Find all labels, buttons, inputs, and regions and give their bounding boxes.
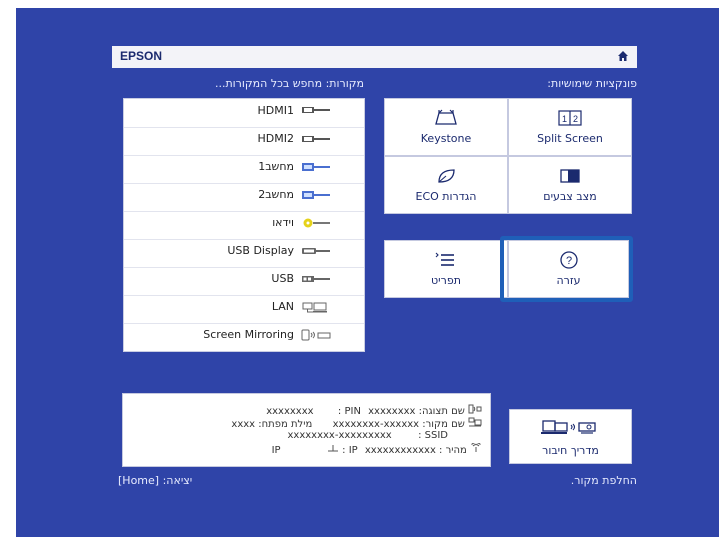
source-item-video[interactable]: וידאו xyxy=(124,211,364,233)
vga-icon xyxy=(302,190,330,199)
menu-button[interactable]: תפריט xyxy=(384,240,508,298)
menu-list-icon xyxy=(435,252,454,266)
wireless-icon xyxy=(471,442,481,452)
source-name-label: שם מקור: xyxy=(422,419,465,430)
exit-hint: יציאה: [Home] xyxy=(118,474,193,487)
display-name-value: xxxxxxxx xyxy=(266,406,314,417)
svg-text:1: 1 xyxy=(562,114,567,124)
source-item-computer1[interactable]: מחשב1 xyxy=(124,155,364,177)
switch-source-hint: החלפת מקור. xyxy=(570,474,637,487)
pin-value: xxxxxxxx xyxy=(368,406,416,417)
svg-text:2: 2 xyxy=(573,114,578,124)
source-list: HDMI1 HDMI2 מחשב1 מחשב2 וידאו USB Displa… xyxy=(123,98,365,352)
hdmi-icon xyxy=(302,107,330,113)
color-mode-label: מצב צבעים xyxy=(543,190,597,203)
eco-label: הגדרות ECO xyxy=(415,190,477,203)
brand-logo: EPSON xyxy=(120,49,163,63)
keystone-label: Keystone xyxy=(420,132,472,145)
passphrase-label: מילת מפתח: xyxy=(258,419,313,430)
usb-display-icon xyxy=(302,247,330,254)
lan-icon xyxy=(302,302,327,312)
split-screen-label: Split Screen xyxy=(537,132,603,145)
network-info-panel: שם תצוגה: xxxxxxxx : PIN xxxxxxxx שם מקו… xyxy=(122,393,491,467)
eco-leaf-icon xyxy=(438,169,455,183)
color-mode-button[interactable]: מצב צבעים xyxy=(508,156,632,214)
ssid-label: : SSID xyxy=(418,430,448,441)
connection-guide-icon xyxy=(541,420,596,434)
source-name-value: xxxxxxxx-xxxxxx xyxy=(332,419,420,430)
source-item-screen-mirroring[interactable]: Screen Mirroring xyxy=(124,323,364,345)
eco-button[interactable]: הגדרות ECO xyxy=(384,156,508,214)
top-bar: EPSON xyxy=(112,46,637,68)
hdmi-icon xyxy=(302,135,330,142)
source-item-lan[interactable]: LAN xyxy=(124,295,364,317)
source-item-hdmi1[interactable]: HDMI1 xyxy=(124,99,364,121)
wired-ip-label: : IP xyxy=(342,445,358,456)
source-item-usb-display[interactable]: USB Display xyxy=(124,239,364,261)
home-icon[interactable] xyxy=(617,50,629,62)
wired-icon xyxy=(327,445,338,452)
ssid-value: xxxxxxxx-xxxxxxxxx xyxy=(287,430,392,441)
display-name-label: שם תצוגה: xyxy=(418,406,465,417)
mirroring-icon xyxy=(468,404,482,414)
source-item-usb[interactable]: USB xyxy=(124,267,364,289)
lan-icon xyxy=(468,417,482,427)
pin-label: : PIN xyxy=(337,406,361,417)
wired-ip-value: xxxxxxxxxxxx xyxy=(364,445,436,456)
vga-icon xyxy=(302,162,330,171)
split-screen-button[interactable]: 12 Split Screen xyxy=(508,98,632,156)
menu-label: תפריט xyxy=(431,274,461,287)
split-screen-icon: 12 xyxy=(558,110,582,126)
passphrase-value: xxxx xyxy=(231,419,256,430)
functions-title: פונקציות שימושיות: xyxy=(547,77,637,90)
keystone-button[interactable]: Keystone xyxy=(384,98,508,156)
connection-guide-label: מדריך חיבור xyxy=(542,444,599,457)
selection-highlight xyxy=(500,236,633,302)
mirroring-icon xyxy=(301,329,331,340)
connection-guide-button[interactable]: מדריך חיבור xyxy=(509,409,632,464)
keystone-icon xyxy=(435,109,457,125)
rca-icon xyxy=(303,218,330,227)
usb-icon xyxy=(302,275,330,282)
sources-title: מקורות: מחפש בכל המקורות... xyxy=(214,77,364,90)
source-item-computer2[interactable]: מחשב2 xyxy=(124,183,364,205)
source-item-hdmi2[interactable]: HDMI2 xyxy=(124,127,364,149)
color-mode-icon xyxy=(560,169,580,183)
